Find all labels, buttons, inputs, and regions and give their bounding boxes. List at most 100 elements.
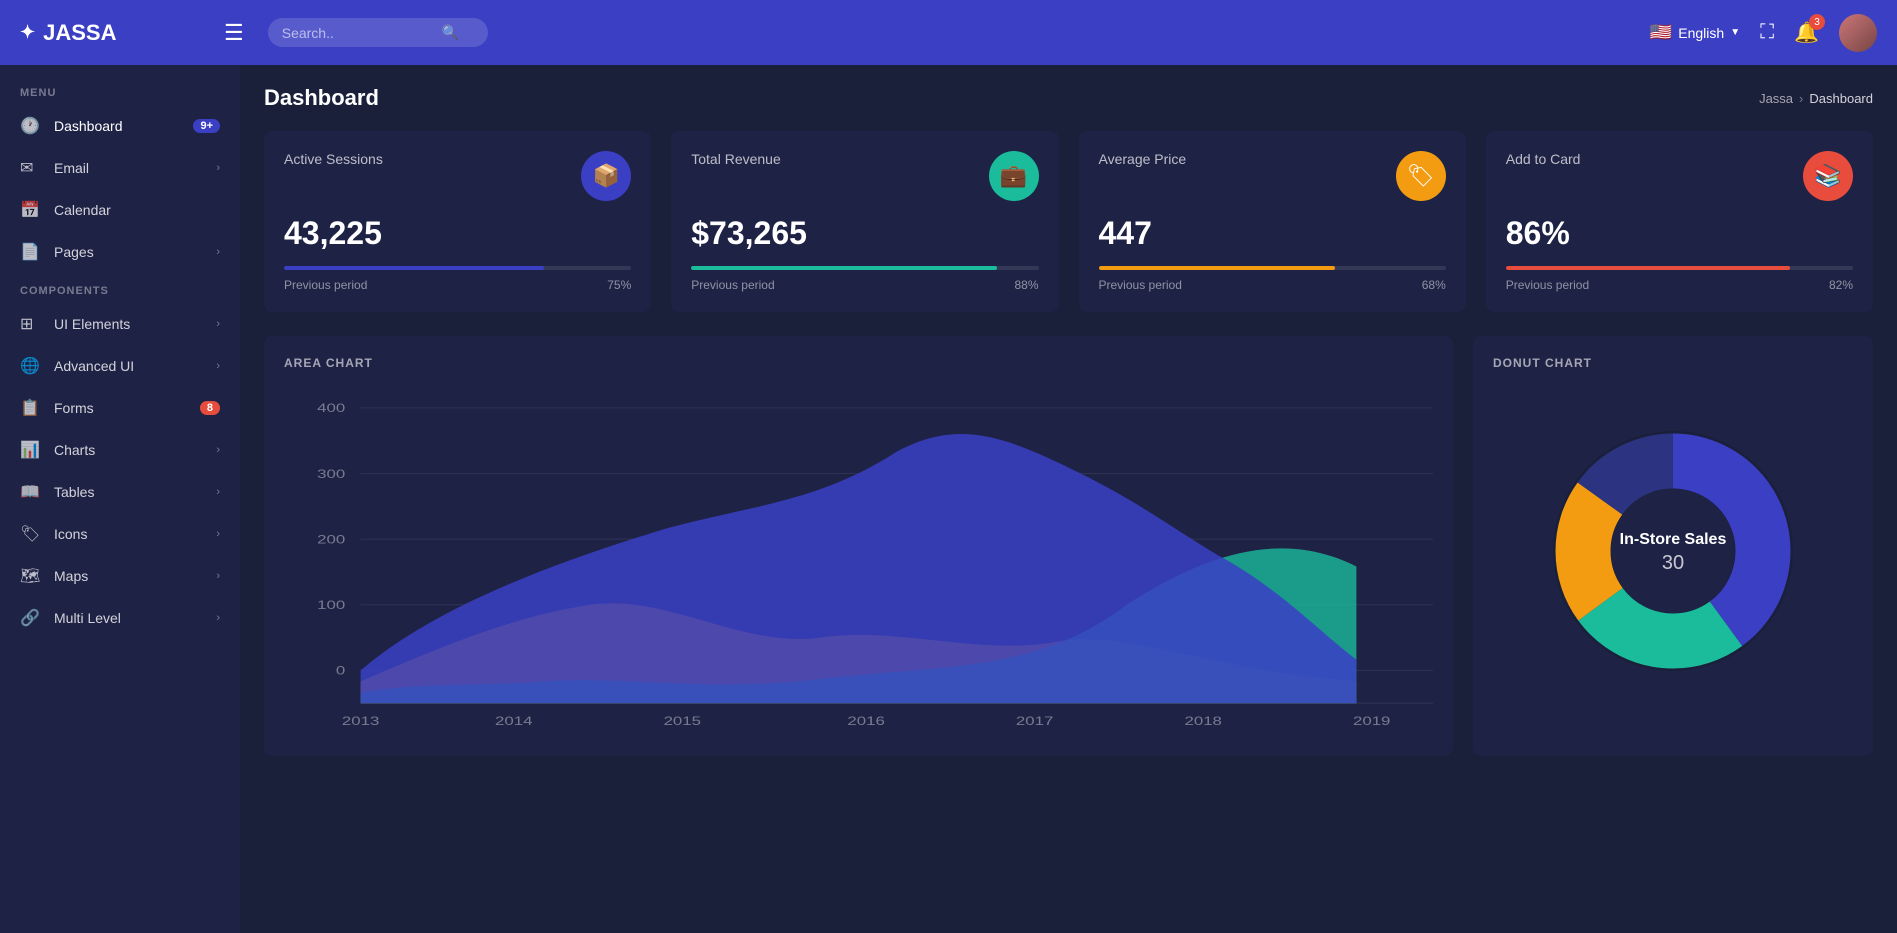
stat-value: 43,225 [284, 215, 631, 252]
sidebar-item-label: Tables [54, 484, 216, 500]
search-box: 🔍 [268, 18, 488, 47]
stat-icon: 📦 [581, 151, 631, 201]
chevron-right-icon: › [216, 360, 220, 372]
chevron-right-icon: › [216, 318, 220, 330]
dashboard-badge: 9+ [193, 119, 220, 133]
forms-badge: 8 [200, 401, 220, 415]
sidebar-item-ui-elements[interactable]: ⊞ UI Elements › [0, 303, 240, 345]
donut-chart-svg: In-Store Sales 30 [1523, 401, 1823, 701]
ui-elements-icon: ⊞ [20, 314, 42, 334]
notification-badge: 3 [1809, 14, 1825, 30]
stat-footer-label: Previous period [284, 278, 367, 292]
topnav: ✦ JASSA ☰ 🔍 🇺🇸 English ▼ ⛶ 🔔 3 [0, 0, 1897, 65]
sidebar-item-label: Multi Level [54, 610, 216, 626]
stat-value: 447 [1099, 215, 1446, 252]
stat-progress-bar [1506, 266, 1853, 270]
language-selector[interactable]: 🇺🇸 English ▼ [1650, 22, 1740, 43]
stat-progress-fill [691, 266, 997, 270]
notifications-button[interactable]: 🔔 3 [1794, 20, 1819, 45]
icons-icon: 🏷 [20, 524, 42, 544]
sidebar-item-dashboard[interactable]: 🕐 Dashboard 9+ [0, 105, 240, 147]
area-chart-svg: 400 300 200 100 0 2013 2014 [284, 386, 1433, 736]
sidebar-item-pages[interactable]: 📄 Pages › [0, 231, 240, 273]
advanced-ui-icon: 🌐 [20, 356, 42, 376]
svg-text:2018: 2018 [1184, 715, 1221, 728]
stat-value: 86% [1506, 215, 1853, 252]
svg-text:In-Store Sales: In-Store Sales [1620, 531, 1727, 548]
language-label: English [1678, 25, 1724, 41]
stat-card-1: Total Revenue 💼 $73,265 Previous period … [671, 131, 1058, 312]
stat-card-0: Active Sessions 📦 43,225 Previous period… [264, 131, 651, 312]
svg-text:0: 0 [336, 665, 345, 678]
area-chart-container: 400 300 200 100 0 2013 2014 [284, 386, 1433, 736]
sidebar-item-maps[interactable]: 🗺 Maps › [0, 555, 240, 597]
chevron-right-icon: › [216, 612, 220, 624]
pages-icon: 📄 [20, 242, 42, 262]
sidebar-item-forms[interactable]: 📋 Forms 8 [0, 387, 240, 429]
stat-card-header: Average Price 🏷 [1099, 151, 1446, 201]
logo-icon: ✦ [20, 22, 35, 43]
stat-progress-bar [1099, 266, 1446, 270]
stat-card-label: Add to Card [1506, 151, 1581, 167]
chevron-right-icon: › [216, 162, 220, 174]
stat-progress-bar [284, 266, 631, 270]
sidebar-item-label: Forms [54, 400, 200, 416]
sidebar-item-icons[interactable]: 🏷 Icons › [0, 513, 240, 555]
stat-footer-label: Previous period [691, 278, 774, 292]
sidebar-item-label: Advanced UI [54, 358, 216, 374]
stat-value: $73,265 [691, 215, 1038, 252]
stat-footer: Previous period 82% [1506, 278, 1853, 292]
hamburger-button[interactable]: ☰ [216, 16, 252, 50]
sidebar-item-label: UI Elements [54, 316, 216, 332]
page-title: Dashboard [264, 85, 379, 111]
svg-text:300: 300 [317, 468, 345, 481]
chevron-down-icon: ▼ [1730, 27, 1740, 38]
main-content: Dashboard Jassa › Dashboard Active Sessi… [240, 65, 1897, 933]
menu-section-label: MENU [0, 75, 240, 105]
sidebar-item-label: Dashboard [54, 118, 193, 134]
calendar-icon: 📅 [20, 200, 42, 220]
sidebar-item-label: Charts [54, 442, 216, 458]
stat-footer-label: Previous period [1506, 278, 1589, 292]
sidebar-item-charts[interactable]: 📊 Charts › [0, 429, 240, 471]
svg-text:100: 100 [317, 599, 345, 612]
donut-chart-card: DONUT CHART [1473, 336, 1873, 756]
multi-level-icon: 🔗 [20, 608, 42, 628]
svg-text:2013: 2013 [342, 715, 379, 728]
components-section-label: COMPONENTS [0, 273, 240, 303]
sidebar-item-multi-level[interactable]: 🔗 Multi Level › [0, 597, 240, 639]
stat-card-label: Average Price [1099, 151, 1187, 167]
donut-container: In-Store Sales 30 [1493, 386, 1853, 716]
dashboard-icon: 🕐 [20, 116, 42, 136]
stat-footer-label: Previous period [1099, 278, 1182, 292]
search-input[interactable] [282, 25, 442, 41]
stat-card-header: Total Revenue 💼 [691, 151, 1038, 201]
svg-text:30: 30 [1662, 552, 1684, 574]
chevron-right-icon: › [216, 246, 220, 258]
maps-icon: 🗺 [20, 566, 42, 586]
fullscreen-button[interactable]: ⛶ [1760, 21, 1774, 44]
stat-footer-value: 75% [607, 278, 631, 292]
stat-footer-value: 68% [1422, 278, 1446, 292]
sidebar-item-label: Maps [54, 568, 216, 584]
stat-cards: Active Sessions 📦 43,225 Previous period… [264, 131, 1873, 312]
svg-text:2019: 2019 [1353, 715, 1390, 728]
sidebar-item-email[interactable]: ✉ Email › [0, 147, 240, 189]
sidebar-item-advanced-ui[interactable]: 🌐 Advanced UI › [0, 345, 240, 387]
forms-icon: 📋 [20, 398, 42, 418]
sidebar-item-tables[interactable]: 📖 Tables › [0, 471, 240, 513]
breadcrumb: Jassa › Dashboard [1759, 91, 1873, 106]
search-icon: 🔍 [442, 24, 459, 41]
chevron-right-icon: › [216, 570, 220, 582]
svg-text:200: 200 [317, 534, 345, 547]
sidebar-item-calendar[interactable]: 📅 Calendar [0, 189, 240, 231]
sidebar-item-label: Icons [54, 526, 216, 542]
charts-icon: 📊 [20, 440, 42, 460]
sidebar-item-label: Calendar [54, 202, 220, 218]
stat-progress-fill [1099, 266, 1335, 270]
stat-progress-fill [1506, 266, 1791, 270]
topnav-right: 🇺🇸 English ▼ ⛶ 🔔 3 [1650, 14, 1877, 52]
avatar[interactable] [1839, 14, 1877, 52]
chevron-right-icon: › [216, 528, 220, 540]
stat-icon: 💼 [989, 151, 1039, 201]
